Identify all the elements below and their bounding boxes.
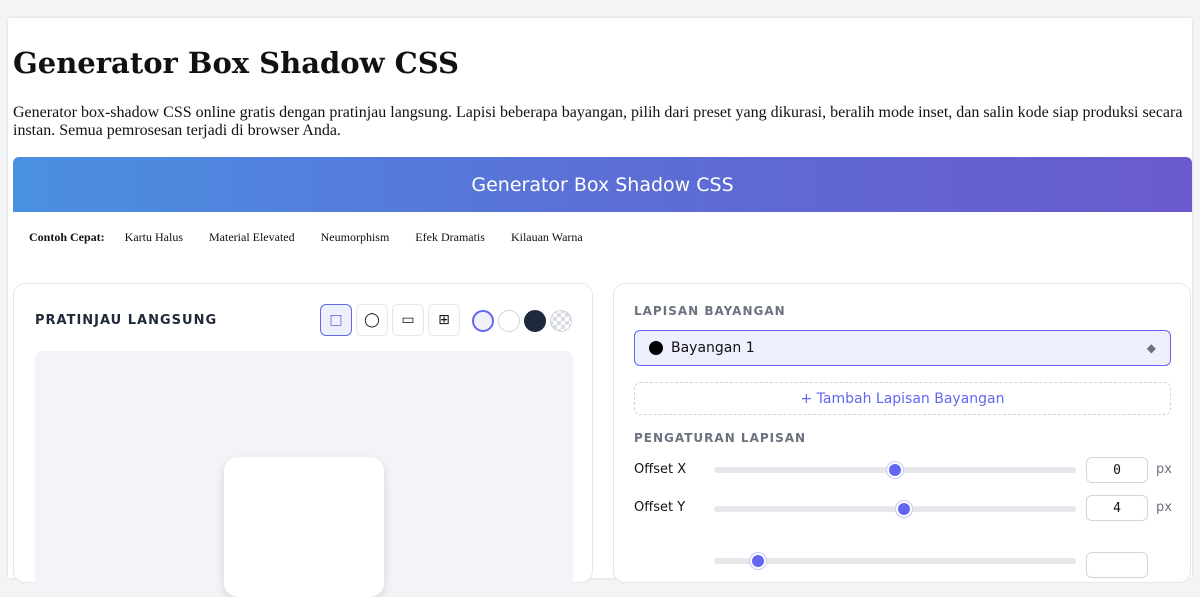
layers-title: LAPISAN BAYANGAN <box>634 304 786 318</box>
banner-title: Generator Box Shadow CSS <box>471 173 734 196</box>
page-description: Generator box-shadow CSS online gratis d… <box>13 104 1183 139</box>
preview-panel: PRATINJAU LANGSUNG □ ◯ ▭ ⊞ <box>13 283 593 597</box>
shape-rectangle-button[interactable]: ▭ <box>392 304 424 336</box>
grid-shape-icon: ⊞ <box>438 312 450 328</box>
page-container: Generator Box Shadow CSS Generator box-s… <box>8 18 1192 597</box>
layers-panel: LAPISAN BAYANGAN Bayangan 1 ◆ + Tambah L… <box>613 283 1191 583</box>
shape-circle-button[interactable]: ◯ <box>356 304 388 336</box>
square-shape-icon: □ <box>329 312 343 328</box>
quick-examples-bar: Contoh Cepat: Kartu Halus Material Eleva… <box>29 230 609 245</box>
preset-material-elevated-button[interactable]: Material Elevated <box>209 230 295 245</box>
blur-slider-thumb[interactable] <box>750 553 766 569</box>
layer-color-dot <box>649 341 663 355</box>
offset-y-slider[interactable] <box>714 501 1076 517</box>
preset-efek-dramatis-button[interactable]: Efek Dramatis <box>415 230 485 245</box>
tool-header-banner: Generator Box Shadow CSS <box>13 157 1192 212</box>
offset-y-label: Offset Y <box>634 500 686 515</box>
quick-examples-label: Contoh Cepat: <box>29 230 105 244</box>
preview-canvas <box>35 351 573 597</box>
offset-x-input[interactable] <box>1086 457 1148 483</box>
blur-slider[interactable] <box>714 553 1076 569</box>
background-checker-swatch[interactable] <box>550 310 572 332</box>
blur-input[interactable] <box>1086 552 1148 578</box>
shape-grid-button[interactable]: ⊞ <box>428 304 460 336</box>
preview-title: PRATINJAU LANGSUNG <box>35 313 218 328</box>
offset-x-slider-thumb[interactable] <box>887 462 903 478</box>
offset-y-input[interactable] <box>1086 495 1148 521</box>
offset-x-unit: px <box>1156 462 1172 477</box>
shape-square-button[interactable]: □ <box>320 304 352 336</box>
add-shadow-layer-button[interactable]: + Tambah Lapisan Bayangan <box>634 382 1171 415</box>
background-dark-swatch[interactable] <box>524 310 546 332</box>
layer-name: Bayangan 1 <box>671 340 755 356</box>
layer-settings-title: PENGATURAN LAPISAN <box>634 431 807 445</box>
preset-kartu-halus-button[interactable]: Kartu Halus <box>125 230 183 245</box>
offset-x-label: Offset X <box>634 462 687 477</box>
offset-y-unit: px <box>1156 500 1172 515</box>
page-title: Generator Box Shadow CSS <box>13 46 460 80</box>
background-light-swatch[interactable] <box>472 310 494 332</box>
background-white-swatch[interactable] <box>498 310 520 332</box>
drag-handle-icon[interactable]: ◆ <box>1147 341 1156 355</box>
preview-box <box>224 457 384 597</box>
offset-y-slider-thumb[interactable] <box>896 501 913 517</box>
circle-shape-icon: ◯ <box>364 312 380 328</box>
preset-neumorphism-button[interactable]: Neumorphism <box>321 230 390 245</box>
offset-x-slider[interactable] <box>714 462 1076 478</box>
preset-kilauan-warna-button[interactable]: Kilauan Warna <box>511 230 583 245</box>
rectangle-shape-icon: ▭ <box>401 312 415 328</box>
shadow-layer-item[interactable]: Bayangan 1 ◆ <box>634 330 1171 366</box>
